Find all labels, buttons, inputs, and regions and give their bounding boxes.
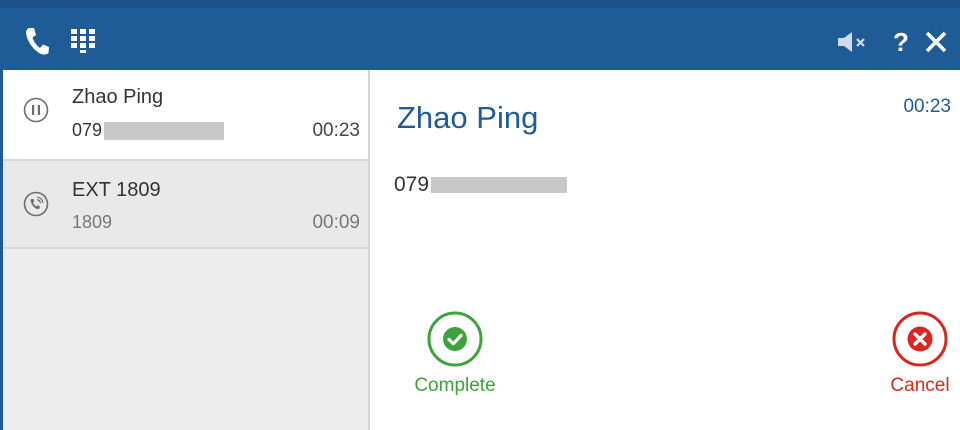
call-duration: 00:23: [312, 120, 360, 141]
call-number: 1809: [72, 212, 113, 232]
call-number-prefix: 079: [72, 120, 103, 140]
pause-icon[interactable]: [23, 97, 49, 128]
call-list-item-zhao-ping[interactable]: Zhao Ping 079 00:23: [3, 70, 368, 159]
checkmark-circle-icon: [426, 311, 484, 372]
help-icon[interactable]: ?: [893, 24, 909, 60]
speaker-mute-icon[interactable]: [836, 30, 868, 59]
call-list: Zhao Ping 079 00:23 EXT 1809 1809 00:09: [3, 70, 370, 430]
call-list-item-ext-1809[interactable]: EXT 1809 1809 00:09: [3, 159, 368, 249]
close-icon[interactable]: [924, 30, 948, 59]
call-duration: 00:09: [312, 212, 360, 233]
cancel-button[interactable]: Cancel: [875, 310, 960, 397]
dialpad-icon[interactable]: [71, 29, 97, 58]
call-name: EXT 1809: [72, 179, 161, 201]
complete-label: Complete: [414, 375, 496, 396]
redacted-number-block: [104, 122, 225, 141]
cancel-label: Cancel: [890, 375, 950, 396]
call-name: Zhao Ping: [72, 86, 164, 108]
complete-button[interactable]: Complete: [400, 310, 510, 397]
phone-icon[interactable]: [24, 26, 50, 61]
current-call-duration: 00:23: [903, 96, 951, 117]
call-in-progress-icon[interactable]: [23, 191, 49, 222]
call-transfer-window: ? Zhao Ping 079 00:23 EXT 1809 1809 00:0…: [0, 0, 960, 430]
redacted-number-block: [431, 177, 568, 194]
call-number: 079: [72, 120, 225, 141]
titlebar: ?: [0, 0, 960, 70]
call-detail-panel: Zhao Ping 00:23 079 Complete Cancel: [370, 70, 960, 430]
cancel-circle-icon: [891, 311, 949, 372]
current-call-number-prefix: 079: [394, 173, 430, 196]
current-call-name: Zhao Ping: [397, 100, 539, 135]
current-call-number: 079: [394, 173, 568, 197]
